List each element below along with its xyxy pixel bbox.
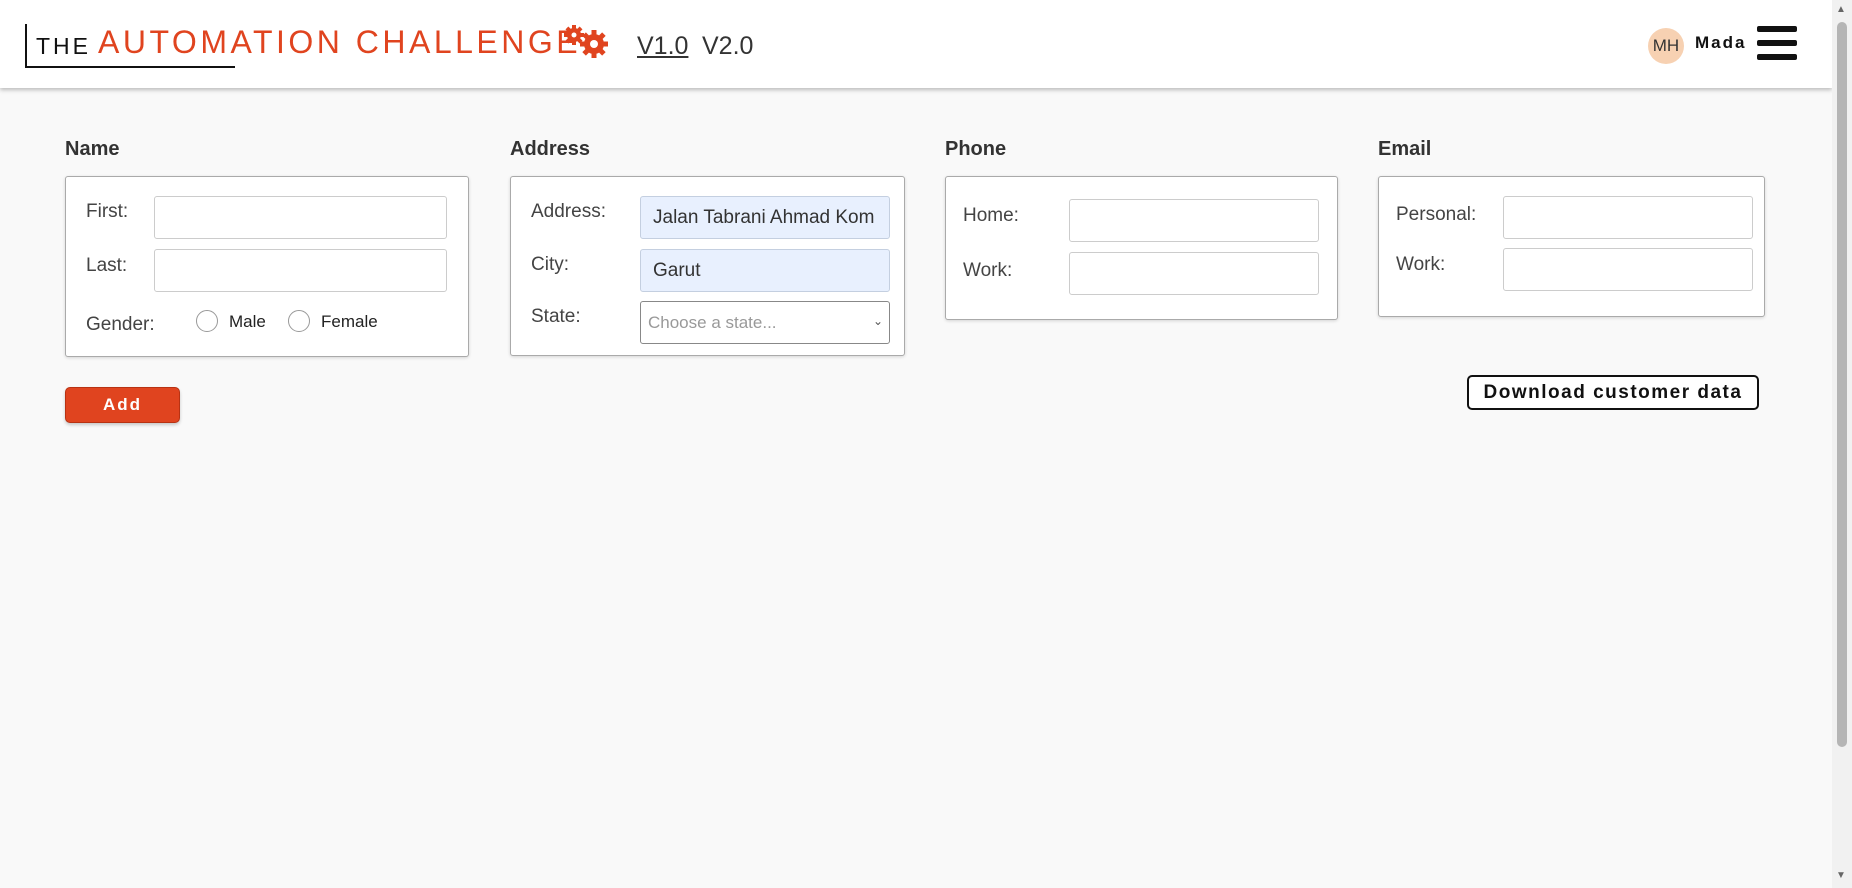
state-select-placeholder: Choose a state... bbox=[648, 313, 777, 332]
avatar[interactable]: MH bbox=[1648, 28, 1684, 64]
female-radio[interactable] bbox=[288, 310, 310, 332]
download-customer-data-button[interactable]: Download customer data bbox=[1467, 375, 1759, 410]
version-2-link[interactable]: V2.0 bbox=[702, 32, 753, 61]
email-panel: Personal: Work: bbox=[1378, 176, 1765, 317]
scroll-down-arrow-icon[interactable]: ▼ bbox=[1836, 870, 1846, 881]
state-label: State: bbox=[531, 306, 581, 327]
personal-email-label: Personal: bbox=[1396, 204, 1477, 225]
last-name-input[interactable] bbox=[154, 249, 447, 292]
state-select[interactable]: Choose a state... ⌄ bbox=[640, 301, 890, 344]
female-radio-label: Female bbox=[321, 312, 378, 331]
home-phone-label: Home: bbox=[963, 205, 1019, 226]
first-name-input[interactable] bbox=[154, 196, 447, 239]
scrollbar-thumb[interactable] bbox=[1837, 22, 1847, 747]
address-label: Address: bbox=[531, 201, 606, 222]
male-radio-label: Male bbox=[229, 312, 266, 331]
address-input[interactable] bbox=[640, 196, 890, 239]
work-phone-label: Work: bbox=[963, 260, 1013, 281]
address-section-title: Address bbox=[510, 138, 591, 160]
version-1-link[interactable]: V1.0 bbox=[637, 32, 688, 61]
gender-label: Gender: bbox=[86, 314, 155, 335]
personal-email-input[interactable] bbox=[1503, 196, 1753, 239]
email-section-title: Email bbox=[1378, 138, 1432, 160]
add-button[interactable]: Add bbox=[65, 387, 180, 423]
gears-icon bbox=[564, 25, 608, 58]
male-radio[interactable] bbox=[196, 310, 218, 332]
top-header: THE AUTOMATION CHALLENGE V1.0 V2.0 MH Ma… bbox=[0, 0, 1832, 88]
work-email-label: Work: bbox=[1396, 254, 1446, 275]
address-panel: Address: City: State: Choose a state... … bbox=[510, 176, 905, 356]
logo-the-text: THE bbox=[36, 33, 91, 59]
chevron-down-icon: ⌄ bbox=[872, 314, 883, 328]
username-label: Mada bbox=[1695, 33, 1747, 52]
hamburger-menu-icon[interactable] bbox=[1757, 26, 1797, 60]
phone-section-title: Phone bbox=[945, 138, 1007, 160]
city-label: City: bbox=[531, 254, 569, 275]
phone-panel: Home: Work: bbox=[945, 176, 1338, 320]
scroll-up-arrow-icon[interactable]: ▲ bbox=[1836, 4, 1846, 15]
work-phone-input[interactable] bbox=[1069, 252, 1319, 295]
first-name-label: First: bbox=[86, 201, 129, 222]
name-panel: First: Last: Gender: Male Female bbox=[65, 176, 469, 357]
name-section-title: Name bbox=[65, 138, 120, 160]
city-input[interactable] bbox=[640, 249, 890, 292]
home-phone-input[interactable] bbox=[1069, 199, 1319, 242]
work-email-input[interactable] bbox=[1503, 248, 1753, 291]
last-name-label: Last: bbox=[86, 255, 128, 276]
logo-title-text: AUTOMATION CHALLENGE bbox=[98, 24, 582, 60]
